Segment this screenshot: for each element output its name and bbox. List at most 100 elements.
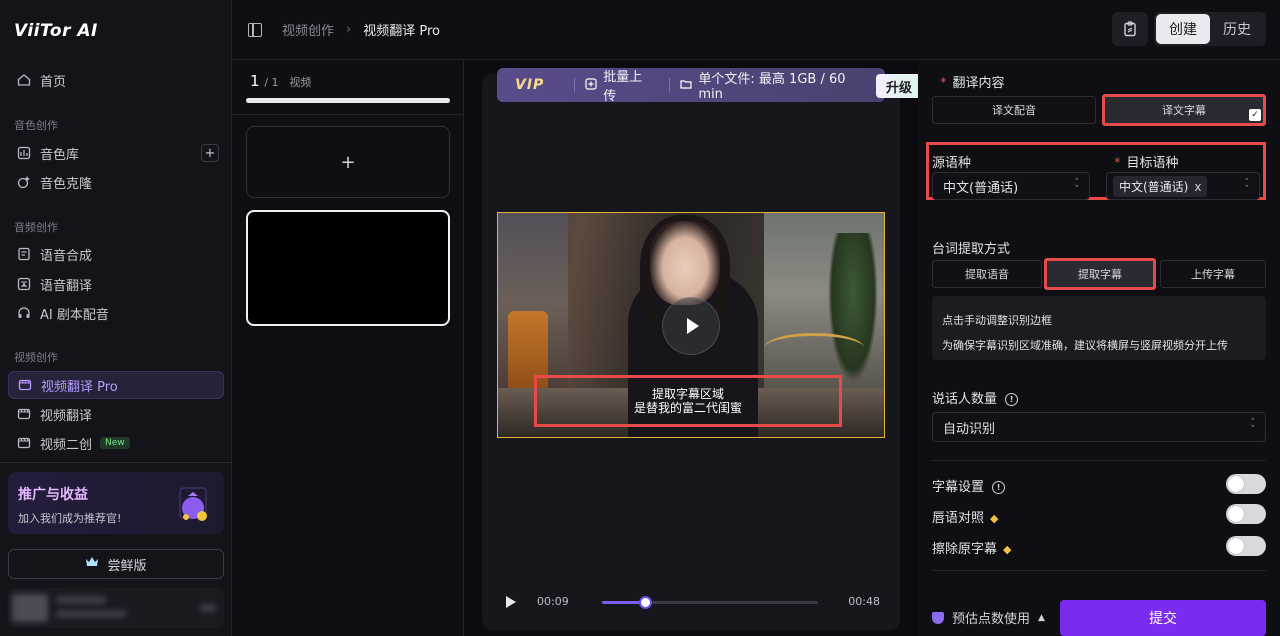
- promo-card[interactable]: 推广与收益 加入我们成为推荐官!: [8, 472, 224, 534]
- toggle-sidebar-icon[interactable]: [248, 22, 262, 37]
- nav-video-translate-pro[interactable]: 视频翻译 Pro: [8, 371, 224, 399]
- subtitle-region-label: 提取字幕区域: [651, 387, 724, 401]
- logo[interactable]: ViiTor AI: [14, 18, 98, 44]
- nav-speech-translation[interactable]: 语音翻译: [8, 270, 224, 298]
- required-mark: *: [1114, 156, 1121, 171]
- video-counter-label: 视频: [289, 76, 312, 89]
- breadcrumb-current: 视频翻译 Pro: [363, 24, 440, 39]
- target-language-tag-label: 中文(普通话): [1119, 179, 1189, 194]
- clipboard-icon: [1124, 21, 1136, 37]
- upgrade-button[interactable]: 升级: [876, 74, 922, 98]
- video-counter: 1 / 1 视频: [250, 72, 312, 90]
- target-language-select[interactable]: 中文(普通话) x ˄ ˅: [1106, 172, 1260, 200]
- sidebar: ViiTor AI 首页 音色创作 音色库 + 音色克隆 音频创作 语音合成 语…: [0, 0, 232, 636]
- nav-speech-synthesis[interactable]: 语音合成: [8, 240, 224, 268]
- user-name-redacted: [56, 596, 106, 604]
- tab-create[interactable]: 创建: [1156, 14, 1210, 44]
- home-icon: [16, 72, 32, 88]
- source-language-select[interactable]: 中文(普通话) ˄ ˅: [932, 172, 1090, 200]
- batch-upload[interactable]: 批量上传: [585, 66, 653, 104]
- info-icon[interactable]: !: [1005, 393, 1019, 406]
- nav-voice-library[interactable]: 音色库: [8, 139, 224, 167]
- video-list-divider: [232, 114, 464, 115]
- erase-subtitle-text: 擦除原字幕: [932, 542, 998, 557]
- speaker-count-value: 自动识别: [943, 421, 996, 437]
- target-language-text: 目标语种: [1126, 156, 1179, 171]
- updown-icon: ˄ ˅: [1250, 418, 1256, 435]
- nav-ai-script-dubbing[interactable]: AI 剧本配音: [8, 299, 224, 327]
- add-voice-button[interactable]: +: [201, 144, 219, 162]
- option-extract-voice[interactable]: 提取语音: [932, 260, 1042, 288]
- video-frame[interactable]: 提取字幕区域 是替我的富二代闺蜜: [497, 212, 885, 438]
- trial-version-button[interactable]: 尝鲜版: [8, 549, 224, 579]
- updown-icon: ˄ ˅: [1074, 178, 1080, 195]
- seek-bar[interactable]: [602, 596, 818, 609]
- nav-speech-translation-label: 语音翻译: [40, 278, 93, 294]
- nav-voice-clone-label: 音色克隆: [40, 176, 93, 192]
- trial-version-label: 尝鲜版: [107, 558, 147, 574]
- source-language-value: 中文(普通话): [943, 180, 1019, 196]
- option-upload-subtitles[interactable]: 上传字幕: [1160, 260, 1266, 288]
- seek-handle[interactable]: [639, 596, 653, 609]
- nav-home-label: 首页: [40, 74, 67, 90]
- nav-video-remix[interactable]: 视频二创 New: [8, 429, 224, 457]
- video-list-progress: [246, 98, 450, 103]
- subtitle-settings-label: 字幕设置!: [932, 476, 1006, 495]
- video-counter-total: 1: [271, 76, 279, 89]
- user-id-redacted: [56, 610, 126, 618]
- option-extract-subtitles[interactable]: 提取字幕: [1044, 258, 1156, 290]
- erase-subtitle-label: 擦除原字幕 ◆: [932, 538, 1011, 557]
- target-language-label: * 目标语种: [1114, 152, 1179, 171]
- nav-video-remix-label: 视频二创: [40, 437, 93, 453]
- cost-estimate[interactable]: 预估点数使用 ▲: [932, 608, 1045, 627]
- diamond-icon: ◆: [990, 512, 999, 525]
- file-limit: 单个文件: 最高 1GB / 60 min: [680, 68, 869, 102]
- speaker-count-text: 说话人数量: [932, 392, 998, 407]
- subtitle-text: 是替我的富二代闺蜜: [633, 401, 742, 415]
- mode-switch: 创建 历史: [1154, 12, 1266, 46]
- headset-icon: [16, 305, 32, 321]
- user-profile[interactable]: [8, 588, 224, 628]
- translate-icon: [16, 276, 32, 292]
- nav-home[interactable]: 首页: [8, 66, 224, 94]
- nav-video-translate[interactable]: 视频翻译: [8, 400, 224, 428]
- vip-banner: VIP 批量上传 单个文件: 最高 1GB / 60 min: [497, 66, 885, 104]
- diamond-icon: ◆: [1003, 543, 1012, 556]
- info-line-2: 为确保字幕识别区域准确，建议将横屏与竖屏视频分开上传: [942, 339, 1228, 352]
- option-translated-dubbing[interactable]: 译文配音: [932, 96, 1096, 124]
- submit-button[interactable]: 提交: [1060, 600, 1266, 636]
- subtitle-settings-text: 字幕设置: [932, 480, 985, 495]
- info-icon[interactable]: !: [992, 481, 1006, 494]
- erase-subtitle-toggle[interactable]: [1226, 536, 1266, 556]
- option-translated-subtitles[interactable]: 译文字幕 ✓: [1102, 94, 1266, 126]
- play-icon[interactable]: [506, 596, 516, 608]
- chevron-right-icon: ›: [346, 22, 352, 37]
- video-translate-icon: [16, 406, 32, 422]
- add-video-button[interactable]: +: [246, 126, 450, 198]
- nav-voice-clone[interactable]: 音色克隆: [8, 168, 224, 196]
- speaker-count-select[interactable]: 自动识别 ˄ ˅: [932, 412, 1266, 442]
- topbar: 视频创作 › 视频翻译 Pro 创建 历史: [232, 0, 1280, 60]
- document-icon: [16, 246, 32, 262]
- upload-icon: [585, 77, 597, 93]
- clipboard-button[interactable]: [1112, 12, 1148, 46]
- banner-divider: [669, 78, 671, 92]
- target-language-tag: 中文(普通话) x: [1113, 175, 1208, 197]
- folder-icon: [680, 78, 693, 93]
- subtitle-region-box[interactable]: 提取字幕区域 是替我的富二代闺蜜: [534, 375, 842, 427]
- video-thumbnail[interactable]: [246, 210, 450, 326]
- extract-method-label: 台词提取方式: [932, 242, 1011, 257]
- lip-sync-toggle[interactable]: [1226, 504, 1266, 524]
- cost-estimate-label: 预估点数使用: [952, 612, 1031, 627]
- remove-tag-icon[interactable]: x: [1194, 180, 1201, 194]
- updown-icon: ˄ ˅: [1244, 178, 1250, 195]
- breadcrumb-parent[interactable]: 视频创作: [282, 20, 334, 39]
- breadcrumb: 视频创作 › 视频翻译 Pro: [248, 20, 440, 39]
- shield-icon: [932, 611, 944, 624]
- tab-history[interactable]: 历史: [1210, 14, 1264, 44]
- play-overlay-button[interactable]: [662, 297, 720, 355]
- subtitle-settings-toggle[interactable]: [1226, 474, 1266, 494]
- video-list-panel: 1 / 1 视频 +: [232, 60, 464, 636]
- time-total: 00:48: [848, 595, 880, 608]
- option-translated-subtitles-label: 译文字幕: [1162, 104, 1206, 117]
